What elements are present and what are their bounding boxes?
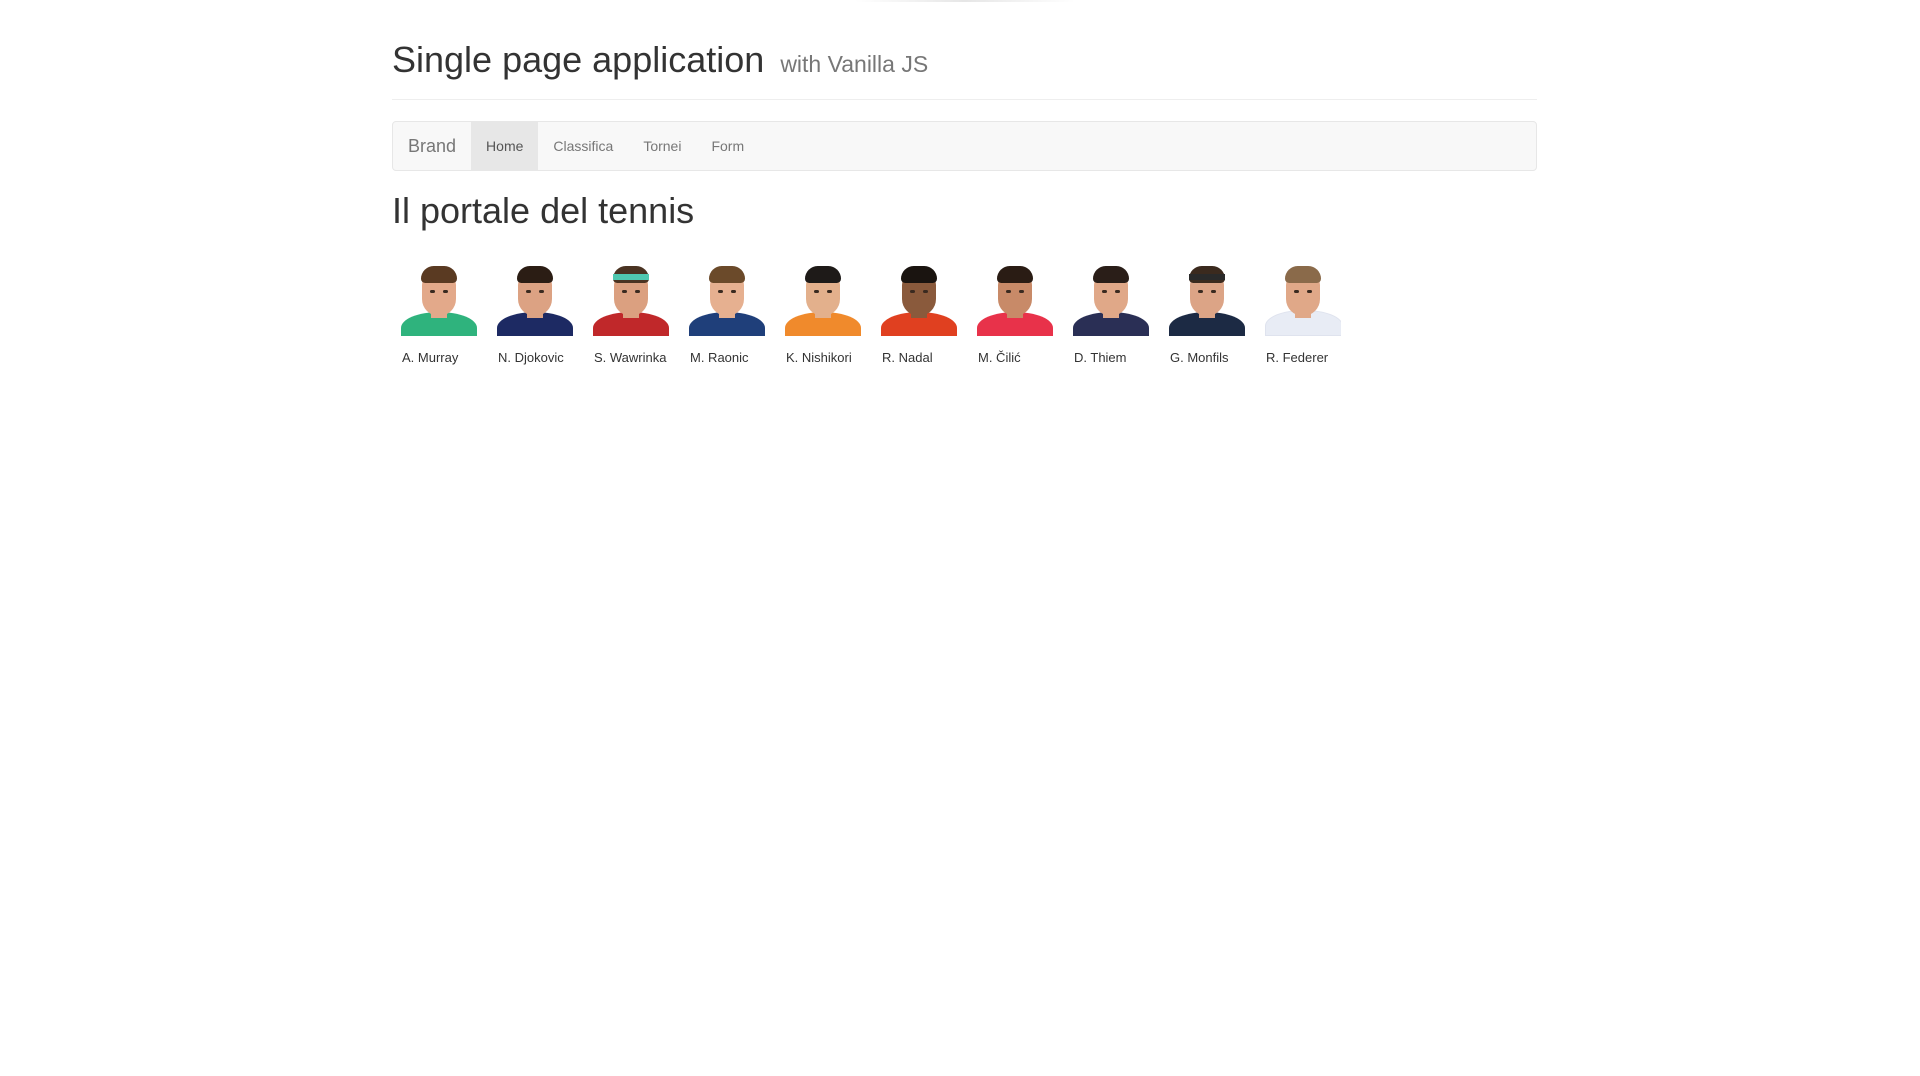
player-name[interactable]: R. Federer <box>1265 350 1361 365</box>
nav-menu: Home Classifica Tornei Form <box>471 122 759 170</box>
player-name[interactable]: S. Wawrinka <box>593 350 689 365</box>
player-card[interactable]: S. Wawrinka <box>593 260 689 365</box>
player-name[interactable]: M. Raonic <box>689 350 785 365</box>
player-card[interactable]: M. Čilić <box>977 260 1073 365</box>
player-name[interactable]: D. Thiem <box>1073 350 1169 365</box>
nav-item-form[interactable]: Form <box>696 122 759 170</box>
main-heading: Il portale del tennis <box>392 190 695 231</box>
page-title-text: Single page application <box>392 39 765 80</box>
page-subtitle: with Vanilla JS <box>780 51 929 77</box>
main-container: Single page application with Vanilla JS … <box>392 0 1537 365</box>
player-photo[interactable] <box>785 260 861 336</box>
player-photo[interactable] <box>881 260 957 336</box>
player-name[interactable]: A. Murray <box>401 350 497 365</box>
player-card[interactable]: G. Monfils <box>1169 260 1265 365</box>
player-photo[interactable] <box>977 260 1053 336</box>
players-list: A. Murray N. Djokovic S. Wawrinka M. Raonic… <box>392 260 1537 365</box>
nav-item-tornei[interactable]: Tornei <box>628 122 696 170</box>
player-name[interactable]: M. Čilić <box>977 350 1073 365</box>
player-card[interactable]: R. Nadal <box>881 260 977 365</box>
player-photo[interactable] <box>497 260 573 336</box>
player-name[interactable]: N. Djokovic <box>497 350 593 365</box>
player-photo[interactable] <box>1073 260 1149 336</box>
player-card[interactable]: N. Djokovic <box>497 260 593 365</box>
player-photo[interactable] <box>593 260 669 336</box>
page-title: Single page application with Vanilla JS <box>392 37 1537 87</box>
player-photo[interactable] <box>401 260 477 336</box>
player-card[interactable]: M. Raonic <box>689 260 785 365</box>
navbar: Brand Home Classifica Tornei Form <box>392 121 1537 171</box>
player-card[interactable]: D. Thiem <box>1073 260 1169 365</box>
page-header: Single page application with Vanilla JS <box>392 37 1537 100</box>
player-card[interactable]: R. Federer <box>1265 260 1361 365</box>
player-name[interactable]: G. Monfils <box>1169 350 1265 365</box>
nav-item-classifica[interactable]: Classifica <box>538 122 628 170</box>
player-photo[interactable] <box>1169 260 1245 336</box>
navbar-brand[interactable]: Brand <box>393 122 471 170</box>
player-photo[interactable] <box>1265 260 1341 336</box>
player-card[interactable]: K. Nishikori <box>785 260 881 365</box>
player-name[interactable]: K. Nishikori <box>785 350 881 365</box>
player-photo[interactable] <box>689 260 765 336</box>
player-card[interactable]: A. Murray <box>401 260 497 365</box>
player-name[interactable]: R. Nadal <box>881 350 977 365</box>
nav-item-home[interactable]: Home <box>471 122 539 170</box>
